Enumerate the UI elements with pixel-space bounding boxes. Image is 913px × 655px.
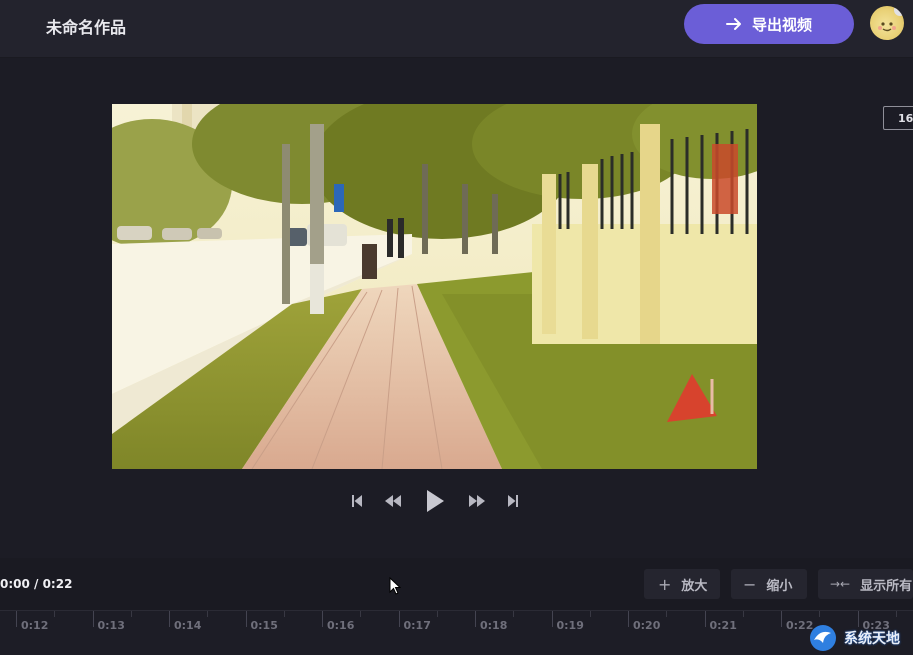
timeline-minor-tick: [54, 611, 56, 617]
timeline-minor-tick: [666, 611, 668, 617]
timeline-tick: [92, 611, 94, 627]
plus-icon: +: [658, 574, 672, 594]
timeline-minor-tick: [207, 611, 209, 617]
timecode: 0:00 / 0:22: [0, 577, 73, 591]
timeline-minor-tick: [742, 611, 744, 617]
timeline-tick: [704, 611, 706, 627]
playback-controls: [345, 488, 525, 514]
timeline-tick: [781, 611, 782, 627]
watermark-logo-icon: [810, 625, 836, 651]
timeline-tick-label: 0:18: [480, 619, 508, 632]
timeline-minor-tick: [513, 611, 515, 617]
timeline-minor-tick: [819, 611, 821, 617]
skip-end-icon: [508, 495, 518, 507]
show-all-label: 显示所有: [860, 578, 913, 594]
export-video-button[interactable]: 导出视频: [684, 4, 854, 44]
timeline-tick: [322, 611, 323, 627]
show-all-button[interactable]: →← 显示所有: [818, 569, 913, 599]
timeline-tick: [628, 611, 629, 627]
timeline-tick: [398, 611, 400, 627]
timeline-minor-tick: [130, 611, 132, 617]
timeline-minor-tick: [436, 611, 438, 617]
zoom-out-label: 缩小: [766, 578, 793, 594]
fit-arrows-icon: →←: [830, 577, 851, 591]
avatar-badge: [894, 6, 904, 16]
timeline-minor-tick: [360, 611, 362, 617]
timeline-tick: [551, 611, 553, 627]
zoom-out-button[interactable]: − 缩小: [731, 569, 807, 599]
mouse-pointer-icon: [389, 577, 401, 595]
timeline-tick-label: 0:14: [174, 619, 202, 632]
watermark-text: 系统天地: [844, 631, 900, 647]
play-icon: [427, 490, 444, 512]
skip-to-start-button[interactable]: [347, 488, 367, 514]
skip-start-icon: [352, 495, 362, 507]
timeline-tick-label: 0:13: [97, 619, 125, 632]
timeline-minor-tick: [895, 611, 897, 617]
aspect-ratio-button[interactable]: 16:: [883, 106, 913, 130]
zoom-in-button[interactable]: + 放大: [644, 569, 720, 599]
timeline-tick-label: 0:17: [403, 619, 431, 632]
timeline-tick: [169, 611, 170, 627]
timeline-tick-label: 0:20: [633, 619, 661, 632]
minus-icon: −: [743, 574, 757, 594]
fast-forward-button[interactable]: [465, 488, 489, 514]
rewind-icon: [385, 495, 401, 507]
timeline-minor-tick: [589, 611, 591, 617]
timeline-tick-label: 0:21: [709, 619, 737, 632]
timeline-tick: [16, 611, 17, 627]
fast-forward-icon: [469, 495, 485, 507]
play-button[interactable]: [423, 488, 447, 514]
timeline-tick-label: 0:15: [250, 619, 278, 632]
zoom-in-label: 放大: [681, 578, 708, 594]
timeline-tick: [245, 611, 247, 627]
avatar[interactable]: [870, 6, 904, 40]
timeline-tick-label: 0:12: [21, 619, 49, 632]
video-preview[interactable]: [112, 104, 757, 469]
watermark: 系统天地: [808, 622, 913, 654]
street-scene-image: [112, 104, 757, 469]
timeline-minor-tick: [283, 611, 285, 617]
top-bar: 未命名作品 导出视频: [0, 0, 913, 58]
skip-to-end-button[interactable]: [503, 488, 523, 514]
timeline-tick-label: 0:16: [327, 619, 355, 632]
arrow-right-icon: [725, 18, 741, 30]
timeline-tick-label: 0:19: [556, 619, 584, 632]
timeline-ruler[interactable]: [0, 610, 913, 655]
timeline-tick: [475, 611, 476, 627]
export-video-label: 导出视频: [751, 15, 812, 34]
project-title[interactable]: 未命名作品: [46, 14, 126, 38]
rewind-button[interactable]: [381, 488, 405, 514]
